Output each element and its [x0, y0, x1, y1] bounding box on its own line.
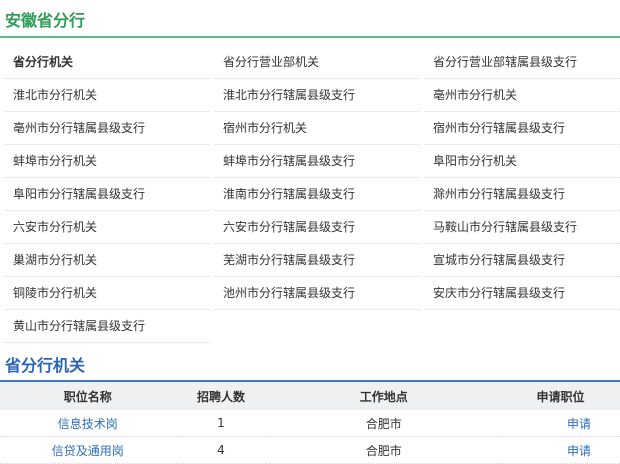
branch-link[interactable]: 亳州市分行机关 [425, 79, 620, 112]
job-count: 4 [175, 436, 267, 464]
branch-link[interactable]: 芜湖市分行辖属县级支行 [215, 244, 420, 277]
apply-link[interactable]: 申请 [567, 444, 591, 458]
branch-link[interactable]: 安庆市分行辖属县级支行 [425, 277, 620, 310]
jobs-section-header: 省分行机关 [0, 344, 620, 382]
branch-link[interactable]: 池州市分行辖属县级支行 [215, 277, 420, 310]
col-header: 职位名称 [0, 382, 176, 410]
apply-link[interactable]: 申请 [567, 417, 591, 431]
col-header: 招聘人数 [175, 382, 267, 410]
section-header: 安徽省分行 [0, 0, 620, 38]
branch-link[interactable]: 蚌埠市分行辖属县级支行 [215, 145, 420, 178]
branch-link[interactable]: 阜阳市分行机关 [425, 145, 620, 178]
col-header: 申请职位 [501, 382, 620, 410]
branch-link[interactable]: 黄山市分行辖属县级支行 [5, 310, 210, 343]
job-name-link[interactable]: 信息技术岗 [58, 417, 118, 431]
job-location: 合肥市 [266, 436, 502, 464]
branch-link[interactable]: 省分行营业部机关 [215, 46, 420, 79]
branch-link[interactable]: 滁州市分行辖属县级支行 [425, 178, 620, 211]
job-name-link[interactable]: 信贷及通用岗 [52, 444, 124, 458]
branch-link[interactable]: 省分行机关 [5, 46, 210, 79]
branch-link[interactable]: 宿州市分行辖属县级支行 [425, 112, 620, 145]
branch-link[interactable]: 淮北市分行机关 [5, 79, 210, 112]
branch-link[interactable]: 宣城市分行辖属县级支行 [425, 244, 620, 277]
branch-link[interactable]: 铜陵市分行机关 [5, 277, 210, 310]
branch-link[interactable]: 阜阳市分行辖属县级支行 [5, 178, 210, 211]
branch-link[interactable]: 亳州市分行辖属县级支行 [5, 112, 210, 145]
branch-link[interactable]: 六安市分行辖属县级支行 [215, 211, 420, 244]
job-location: 合肥市 [266, 410, 502, 437]
table-header-row: 职位名称 招聘人数 工作地点 申请职位 [0, 382, 620, 410]
branch-link[interactable]: 马鞍山市分行辖属县级支行 [425, 211, 620, 244]
table-row: 信贷及通用岗 4 合肥市 申请 [0, 436, 620, 464]
branch-link[interactable]: 淮北市分行辖属县级支行 [215, 79, 420, 112]
branch-link[interactable]: 巢湖市分行机关 [5, 244, 210, 277]
branch-link[interactable]: 省分行营业部辖属县级支行 [425, 46, 620, 79]
branch-link[interactable]: 蚌埠市分行机关 [5, 145, 210, 178]
jobs-section-title: 省分行机关 [5, 356, 86, 375]
job-count: 1 [175, 410, 267, 437]
col-header: 工作地点 [266, 382, 502, 410]
branch-link[interactable]: 宿州市分行机关 [215, 112, 420, 145]
branch-grid: 省分行机关 省分行营业部机关 省分行营业部辖属县级支行 淮北市分行机关 淮北市分… [0, 38, 620, 344]
jobs-table: 职位名称 招聘人数 工作地点 申请职位 信息技术岗 1 合肥市 申请 信贷及通用… [0, 382, 620, 464]
branch-link[interactable]: 六安市分行机关 [5, 211, 210, 244]
table-row: 信息技术岗 1 合肥市 申请 [0, 410, 620, 437]
section-title: 安徽省分行 [5, 11, 86, 30]
branch-link[interactable]: 淮南市分行辖属县级支行 [215, 178, 420, 211]
